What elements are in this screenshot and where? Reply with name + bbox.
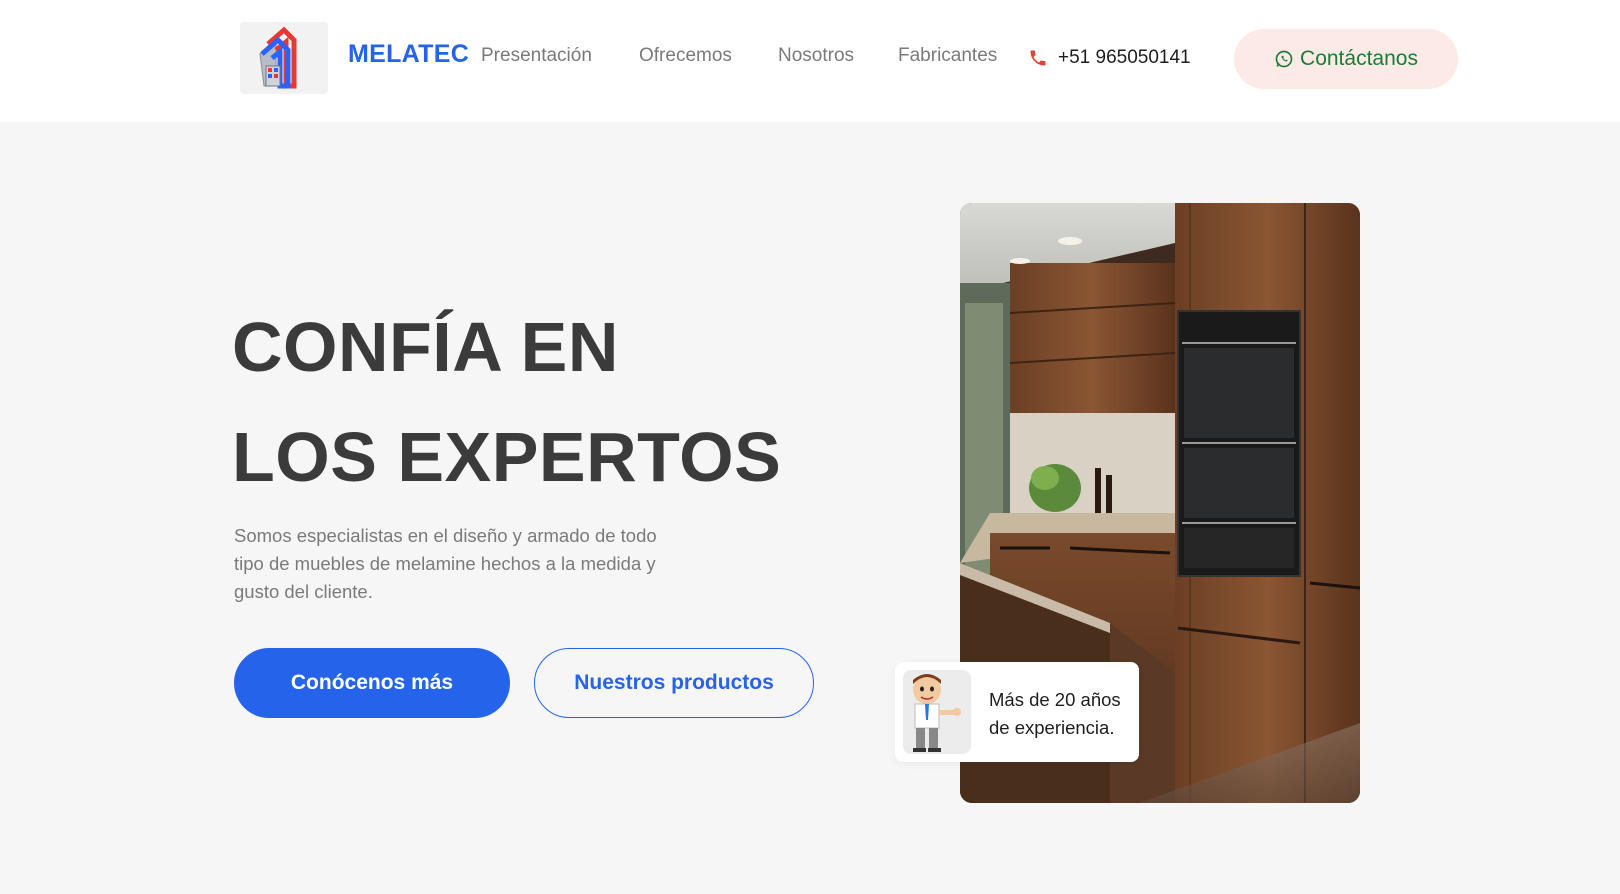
nav-item-ofrecemos[interactable]: Ofrecemos xyxy=(639,45,732,67)
know-us-button[interactable]: Conócenos más xyxy=(234,648,510,718)
hero-description: Somos especialistas en el diseño y armad… xyxy=(234,525,657,602)
hero-title-line-1: CONFÍA EN xyxy=(232,308,619,386)
phone-link[interactable]: +51 965050141 xyxy=(1028,44,1191,72)
our-products-button[interactable]: Nuestros productos xyxy=(534,648,814,718)
logo[interactable] xyxy=(240,22,328,94)
experience-card: Más de 20 años de experiencia. xyxy=(895,662,1139,762)
hero-title: CONFÍA EN LOS EXPERTOS xyxy=(232,292,781,512)
nav-item-presentacion[interactable]: Presentación xyxy=(481,45,592,67)
whatsapp-icon xyxy=(1275,50,1293,68)
contact-button[interactable]: Contáctanos xyxy=(1234,29,1458,89)
phone-number: +51 965050141 xyxy=(1058,47,1191,68)
experience-text: Más de 20 años de experiencia. xyxy=(989,689,1121,738)
hero-title-line-2: LOS EXPERTOS xyxy=(232,418,782,496)
nav-item-fabricantes[interactable]: Fabricantes xyxy=(898,45,997,67)
house-logo-icon xyxy=(259,26,297,89)
cartoon-man-icon xyxy=(903,670,971,754)
site-header: MELATEC Presentación Ofrecemos Nosotros … xyxy=(0,0,1620,122)
contact-button-label: Contáctanos xyxy=(1300,47,1418,70)
nav-item-nosotros[interactable]: Nosotros xyxy=(778,45,854,67)
hero-section: CONFÍA EN LOS EXPERTOS Somos especialist… xyxy=(0,122,1620,894)
phone-icon xyxy=(1030,50,1046,66)
brand-name[interactable]: MELATEC xyxy=(348,40,469,69)
